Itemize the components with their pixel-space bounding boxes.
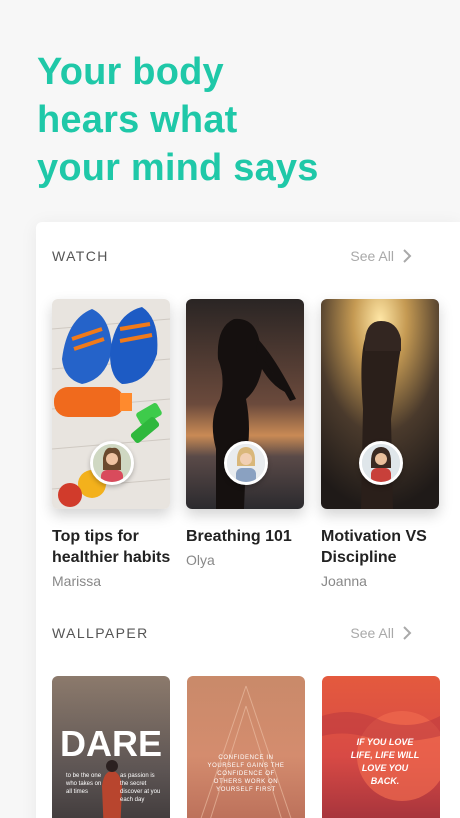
wallpaper-see-all-label: See All [350,625,394,641]
wallpaper-see-all-link[interactable]: See All [350,625,412,641]
dare-wallpaper-image: DARE to be the one who takes on all time… [52,676,170,818]
watch-item-3-title[interactable]: Motivation VS Discipline [321,526,446,568]
wallpaper-section-title: WALLPAPER [52,625,149,641]
wallpaper-2-text: CONFIDENCE IN YOURSELF GAINS THE CONFIDE… [207,755,285,793]
headline-line-3: your mind says [37,147,319,189]
watch-see-all-link[interactable]: See All [350,248,412,264]
avatar-image [227,444,265,482]
love-life-wallpaper-image: IF YOU LOVE LIFE, LIFE WILL LOVE YOU BAC… [322,676,440,818]
watch-section-title: WATCH [52,248,109,264]
watch-item-3-author: Joanna [321,573,367,589]
chevron-right-icon [403,249,412,263]
watch-item-2-author: Olya [186,552,215,568]
author-avatar-olya [224,441,268,485]
avatar-image [362,444,400,482]
watch-item-1-thumbnail[interactable] [52,299,170,509]
headline-line-1: Your body [37,51,224,93]
watch-item-3-thumbnail[interactable] [321,299,439,509]
wallpaper-item-3[interactable]: IF YOU LOVE LIFE, LIFE WILL LOVE YOU BAC… [322,676,440,818]
author-avatar-joanna [359,441,403,485]
headline-line-2: hears what [37,99,238,141]
hero-headline: Your body hears what your mind says [37,48,437,192]
watch-item-1-title[interactable]: Top tips for healthier habits [52,526,177,568]
watch-item-1-author: Marissa [52,573,102,589]
wallpaper-item-2[interactable]: CONFIDENCE IN YOURSELF GAINS THE CONFIDE… [187,676,305,818]
chevron-right-icon [403,626,412,640]
watch-item-2-title[interactable]: Breathing 101 [186,526,311,547]
avatar-image [93,444,131,482]
wallpaper-1-main-text: DARE [60,723,162,764]
watch-item-2-thumbnail[interactable] [186,299,304,509]
watch-see-all-label: See All [350,248,394,264]
wallpaper-3-text: IF YOU LOVE LIFE, LIFE WILL LOVE YOU BAC… [350,737,420,786]
confidence-wallpaper-image: CONFIDENCE IN YOURSELF GAINS THE CONFIDE… [187,676,305,818]
wallpaper-1-left-text: to be the one who takes on all times [66,773,102,795]
watch-section-header: WATCH See All [52,246,412,266]
wallpaper-item-1[interactable]: DARE to be the one who takes on all time… [52,676,170,818]
wallpaper-section-header: WALLPAPER See All [52,623,412,643]
wallpaper-1-right-text: as passion is the secret discover at you… [120,773,161,803]
author-avatar-marissa [90,441,134,485]
content-card: WATCH See All Top tips for healthier hab… [36,222,460,818]
